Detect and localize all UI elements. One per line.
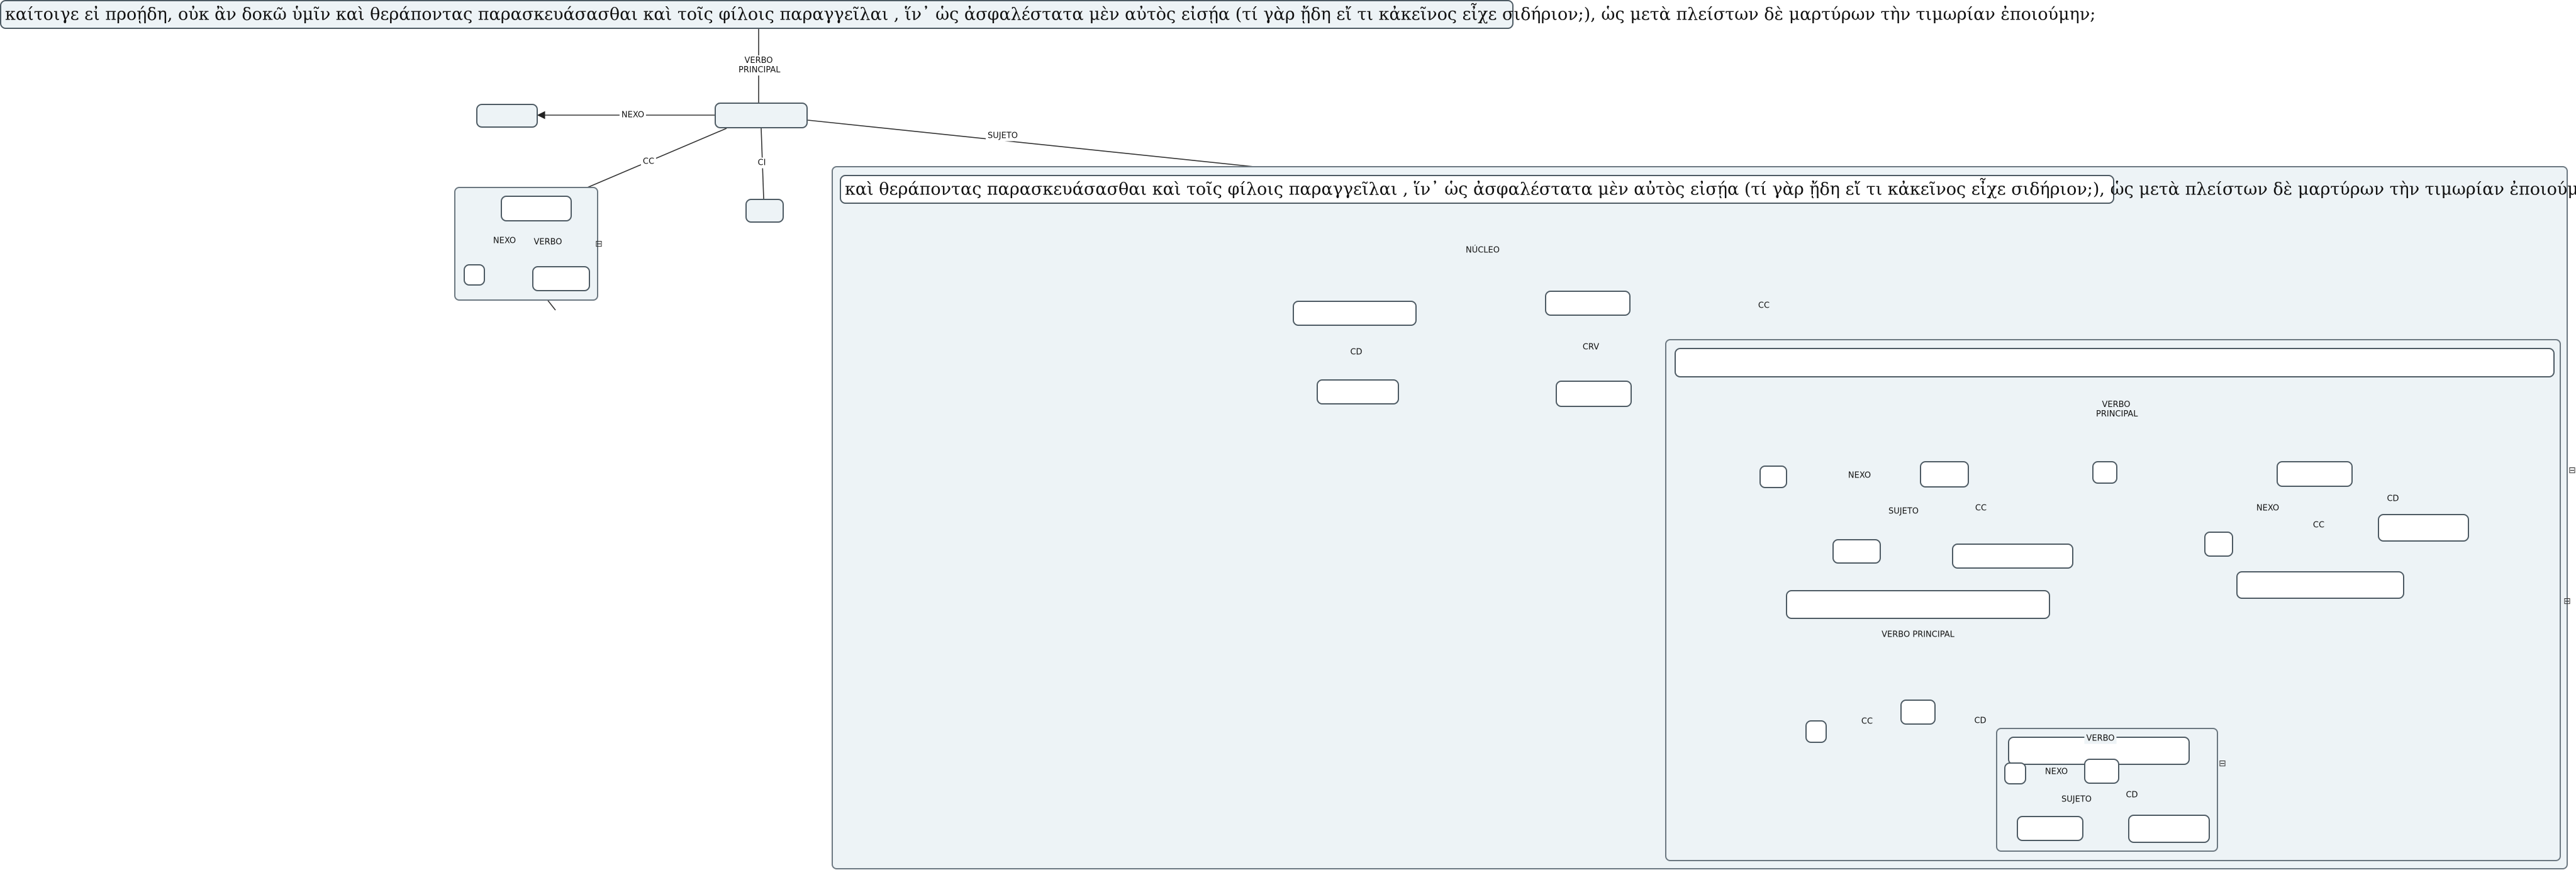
root-sentence-text: καίτοιγε εἰ προῄδη, οὐκ ἂν δοκῶ ὑμῖν καὶ… (5, 4, 2096, 25)
edge-label-sujeto: SUJETO (986, 130, 1020, 142)
collapse-icon[interactable]: ⊟ (2219, 759, 2226, 768)
edge-label-verbo-principal-2: VERBO PRINCIPAL (1880, 629, 1956, 640)
lower-verb-node[interactable] (1900, 700, 1936, 725)
cc-verbo-node[interactable] (532, 266, 590, 291)
inner-nexo-node[interactable] (1759, 466, 1787, 488)
cc-verb-node[interactable] (501, 196, 572, 221)
edge-label-cc-outer: CC (1756, 300, 1772, 311)
collapse-icon[interactable]: ⊟ (595, 240, 603, 248)
edge-label-cd-3: CD (2385, 493, 2401, 505)
crv-node[interactable] (1556, 381, 1632, 407)
inner-nexo-node-2[interactable] (2204, 532, 2233, 557)
edge-label-sujeto-2: SUJETO (1887, 506, 1921, 517)
ci-node[interactable] (745, 199, 784, 223)
edge-label-nexo-3: NEXO (2254, 503, 2282, 514)
inner-cc-node-2[interactable] (2236, 571, 2404, 599)
root-sentence-node[interactable]: καίτοιγε εἰ προῄδη, οὐκ ἂν δοκῶ ὑμῖν καὶ… (0, 0, 2095, 29)
bottom-nexo-node[interactable] (2004, 762, 2026, 784)
edge-label-nucleo: NÚCLEO (1463, 245, 1502, 256)
bottom-cd-node[interactable] (2128, 815, 2210, 843)
edge-label-nexo: NEXO (619, 109, 647, 121)
bottom-sujeto-node[interactable] (2017, 816, 2083, 841)
bottom-verb-node[interactable] (2084, 759, 2119, 784)
edge-label-cd-bottom: CD (2124, 789, 2140, 801)
diagram-canvas: καίτοιγε εἰ προῄδη, οὐκ ἂν δοκῶ ὑμῖν καὶ… (0, 0, 2576, 870)
edge-label-cd-1: CD (1348, 347, 1364, 358)
collapse-icon[interactable]: ⊟ (2568, 466, 2576, 475)
edge-label-sujeto-bottom: SUJETO (2060, 794, 2094, 805)
inner-sujeto-node[interactable] (1832, 539, 1881, 564)
subject-sentence-text: καὶ θεράποντας παρασκευάσασθαι καὶ τοῖς … (845, 179, 2576, 199)
edge-label-verbo-bottom: VERBO (2084, 733, 2117, 744)
edge-label-cc-4: CC (1859, 716, 1875, 727)
inner-node-a[interactable] (1920, 461, 1969, 488)
edge-label-cc: CC (640, 156, 657, 167)
edge-label-nexo-2: NEXO (1846, 470, 1873, 481)
inner-node-c[interactable] (2277, 461, 2353, 487)
nexo-node[interactable] (476, 104, 538, 128)
edge-label-cc-3: CC (2311, 520, 2327, 531)
edge-label-cd-4: CD (1972, 715, 1988, 727)
inner-cd-node[interactable] (2378, 514, 2469, 542)
edge-label-verbo-left: VERBO (532, 237, 564, 248)
inner-sentence-node[interactable] (1675, 348, 2555, 377)
subject-sentence-node[interactable]: καὶ θεράποντας παρασκευάσασθαι καὶ τοῖς … (840, 175, 2576, 204)
nucleo-left-node[interactable] (1293, 301, 1417, 326)
cd-node-1[interactable] (1317, 379, 1399, 404)
edge-label-ci: CI (756, 157, 768, 169)
edge-label-inner-verbo-principal: VERBO PRINCIPAL (2094, 399, 2138, 420)
inner-cc-node[interactable] (1952, 544, 2073, 569)
lower-sentence-node[interactable] (1786, 590, 2050, 619)
lower-cc-node[interactable] (1805, 720, 1827, 743)
collapse-icon[interactable]: ⊟ (2563, 597, 2571, 606)
edge-label-nexo-bottom: NEXO (2043, 766, 2070, 778)
edge-label-nexo-left: NEXO (491, 235, 518, 247)
nucleo-right-node[interactable] (1545, 291, 1631, 316)
edge-label-verbo-principal: VERBO PRINCIPAL (737, 55, 781, 75)
cc-nexo-node[interactable] (464, 264, 485, 286)
edge-label-crv: CRV (1580, 342, 1602, 353)
inner-node-b[interactable] (2092, 461, 2117, 484)
edge-label-cc-2: CC (1973, 503, 1989, 514)
main-verb-node[interactable] (715, 103, 808, 128)
